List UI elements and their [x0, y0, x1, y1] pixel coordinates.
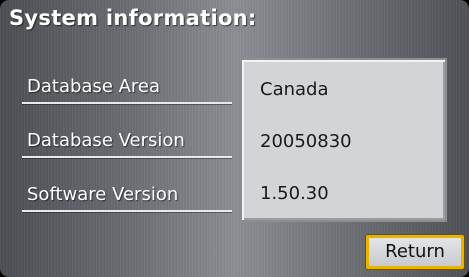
software-version-label: Software Version [27, 184, 179, 205]
system-information-screen: System information: Database Area Databa… [0, 0, 469, 277]
database-area-row: Database Area [22, 64, 232, 104]
return-button[interactable]: Return [366, 235, 464, 269]
database-version-label: Database Version [27, 130, 185, 151]
database-area-value: Canada [260, 79, 329, 100]
info-values-panel: Canada 20050830 1.50.30 [240, 58, 447, 222]
database-area-label: Database Area [27, 76, 161, 97]
database-version-row: Database Version [22, 118, 232, 158]
software-version-value: 1.50.30 [260, 183, 329, 204]
page-title: System information: [9, 6, 257, 30]
database-version-value: 20050830 [260, 131, 352, 152]
software-version-row: Software Version [22, 172, 232, 212]
